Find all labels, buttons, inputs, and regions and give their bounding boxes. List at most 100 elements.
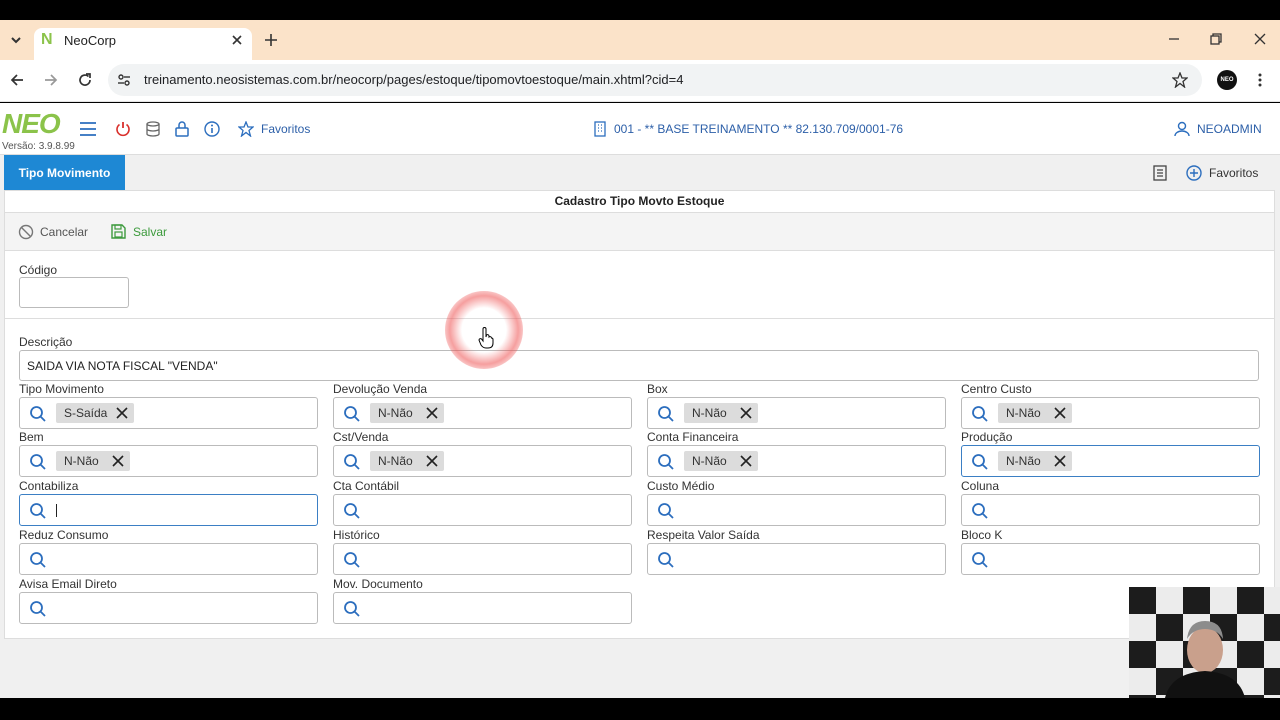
- field-label: Avisa Email Direto: [19, 577, 117, 591]
- lookup-input[interactable]: N-Não: [647, 397, 946, 429]
- remove-chip-icon[interactable]: [1052, 453, 1068, 469]
- chip-label: N-Não: [1006, 406, 1041, 420]
- text-caret: [56, 504, 57, 517]
- site-settings-icon[interactable]: [116, 72, 132, 88]
- lookup-input[interactable]: N-Não: [647, 445, 946, 477]
- close-window-icon[interactable]: [1251, 30, 1269, 48]
- search-icon[interactable]: [343, 405, 361, 423]
- selected-chip: N-Não: [998, 451, 1072, 471]
- section-divider: [5, 318, 1274, 319]
- url-text[interactable]: treinamento.neosistemas.com.br/neocorp/p…: [144, 73, 683, 87]
- add-favorite-link[interactable]: Favoritos: [1209, 167, 1258, 180]
- search-icon[interactable]: [657, 405, 675, 423]
- favorites-star-icon[interactable]: [237, 120, 255, 138]
- field-label: Bem: [19, 430, 44, 444]
- remove-chip-icon[interactable]: [424, 453, 440, 469]
- search-icon[interactable]: [971, 502, 989, 520]
- lookup-input[interactable]: [647, 494, 946, 526]
- lookup-input[interactable]: N-Não: [961, 397, 1260, 429]
- search-icon[interactable]: [971, 453, 989, 471]
- field-label: Reduz Consumo: [19, 528, 109, 542]
- save-button[interactable]: Salvar: [133, 226, 167, 239]
- bookmark-star-icon[interactable]: [1171, 71, 1189, 89]
- forward-icon[interactable]: [42, 71, 60, 89]
- close-tab-icon[interactable]: [229, 32, 245, 48]
- chip-label: N-Não: [64, 454, 99, 468]
- lock-icon[interactable]: [173, 120, 191, 138]
- add-circle-icon[interactable]: [1185, 164, 1203, 182]
- form-toolbar: [5, 212, 1274, 251]
- chip-label: S-Saída: [64, 406, 108, 420]
- field-label: Histórico: [333, 528, 380, 542]
- lookup-input[interactable]: [19, 494, 318, 526]
- lookup-input[interactable]: N-Não: [333, 445, 632, 477]
- company-selector[interactable]: 001 - ** BASE TREINAMENTO ** 82.130.709/…: [614, 123, 903, 136]
- field-label: Cta Contábil: [333, 479, 400, 493]
- field-label: Custo Médio: [647, 479, 715, 493]
- remove-chip-icon[interactable]: [114, 405, 130, 421]
- field-label: Devolução Venda: [333, 382, 428, 396]
- save-icon[interactable]: [109, 222, 127, 240]
- tab-search-icon[interactable]: [6, 30, 26, 50]
- chip-label: N-Não: [1006, 454, 1041, 468]
- search-icon[interactable]: [657, 453, 675, 471]
- profile-avatar[interactable]: NEO: [1217, 70, 1237, 90]
- search-icon[interactable]: [343, 502, 361, 520]
- search-icon[interactable]: [971, 405, 989, 423]
- field-label: Conta Financeira: [647, 430, 739, 444]
- search-icon[interactable]: [29, 551, 47, 569]
- bottom-bar: [0, 698, 1280, 720]
- restore-icon[interactable]: [1207, 30, 1225, 48]
- browser-menu-icon[interactable]: [1252, 71, 1268, 89]
- field-label: Mov. Documento: [333, 577, 423, 591]
- field-label: Cst/Venda: [333, 430, 389, 444]
- lookup-input[interactable]: [333, 543, 632, 575]
- search-icon[interactable]: [343, 453, 361, 471]
- lookup-input[interactable]: [333, 494, 632, 526]
- search-icon[interactable]: [343, 551, 361, 569]
- favorites-link[interactable]: Favoritos: [261, 123, 310, 136]
- lookup-input[interactable]: S-Saída: [19, 397, 318, 429]
- remove-chip-icon[interactable]: [738, 405, 754, 421]
- search-icon[interactable]: [657, 551, 675, 569]
- search-icon[interactable]: [29, 453, 47, 471]
- user-menu[interactable]: NEOADMIN: [1197, 123, 1262, 136]
- selected-chip: N-Não: [370, 403, 444, 423]
- document-list-icon[interactable]: [1151, 164, 1169, 182]
- lookup-input[interactable]: N-Não: [19, 445, 318, 477]
- lookup-input[interactable]: [19, 543, 318, 575]
- back-icon[interactable]: [8, 71, 26, 89]
- remove-chip-icon[interactable]: [1052, 405, 1068, 421]
- info-icon[interactable]: [203, 120, 221, 138]
- search-icon[interactable]: [29, 502, 47, 520]
- codigo-input[interactable]: [19, 277, 129, 308]
- field-label: Tipo Movimento: [19, 382, 104, 396]
- lookup-input[interactable]: [961, 494, 1260, 526]
- descricao-label: Descrição: [19, 335, 73, 349]
- power-icon[interactable]: [114, 120, 132, 138]
- lookup-input[interactable]: [961, 543, 1260, 575]
- remove-chip-icon[interactable]: [738, 453, 754, 469]
- lookup-input[interactable]: N-Não: [333, 397, 632, 429]
- selected-chip: N-Não: [998, 403, 1072, 423]
- lookup-input[interactable]: N-Não: [961, 445, 1260, 477]
- reload-icon[interactable]: [76, 71, 94, 89]
- lookup-input[interactable]: [647, 543, 946, 575]
- new-tab-icon[interactable]: [262, 31, 280, 49]
- search-icon[interactable]: [971, 551, 989, 569]
- search-icon[interactable]: [657, 502, 675, 520]
- tab-tipo-movimento[interactable]: Tipo Movimento: [4, 155, 125, 190]
- database-icon[interactable]: [144, 120, 162, 138]
- search-icon[interactable]: [343, 600, 361, 618]
- cancel-button[interactable]: Cancelar: [40, 226, 88, 239]
- lookup-input[interactable]: [19, 592, 318, 624]
- menu-icon[interactable]: [79, 120, 97, 138]
- cancel-icon[interactable]: [17, 223, 35, 241]
- search-icon[interactable]: [29, 600, 47, 618]
- remove-chip-icon[interactable]: [424, 405, 440, 421]
- search-icon[interactable]: [29, 405, 47, 423]
- lookup-input[interactable]: [333, 592, 632, 624]
- minimize-icon[interactable]: [1165, 30, 1183, 48]
- descricao-input[interactable]: SAIDA VIA NOTA FISCAL "VENDA": [19, 350, 1259, 381]
- remove-chip-icon[interactable]: [110, 453, 126, 469]
